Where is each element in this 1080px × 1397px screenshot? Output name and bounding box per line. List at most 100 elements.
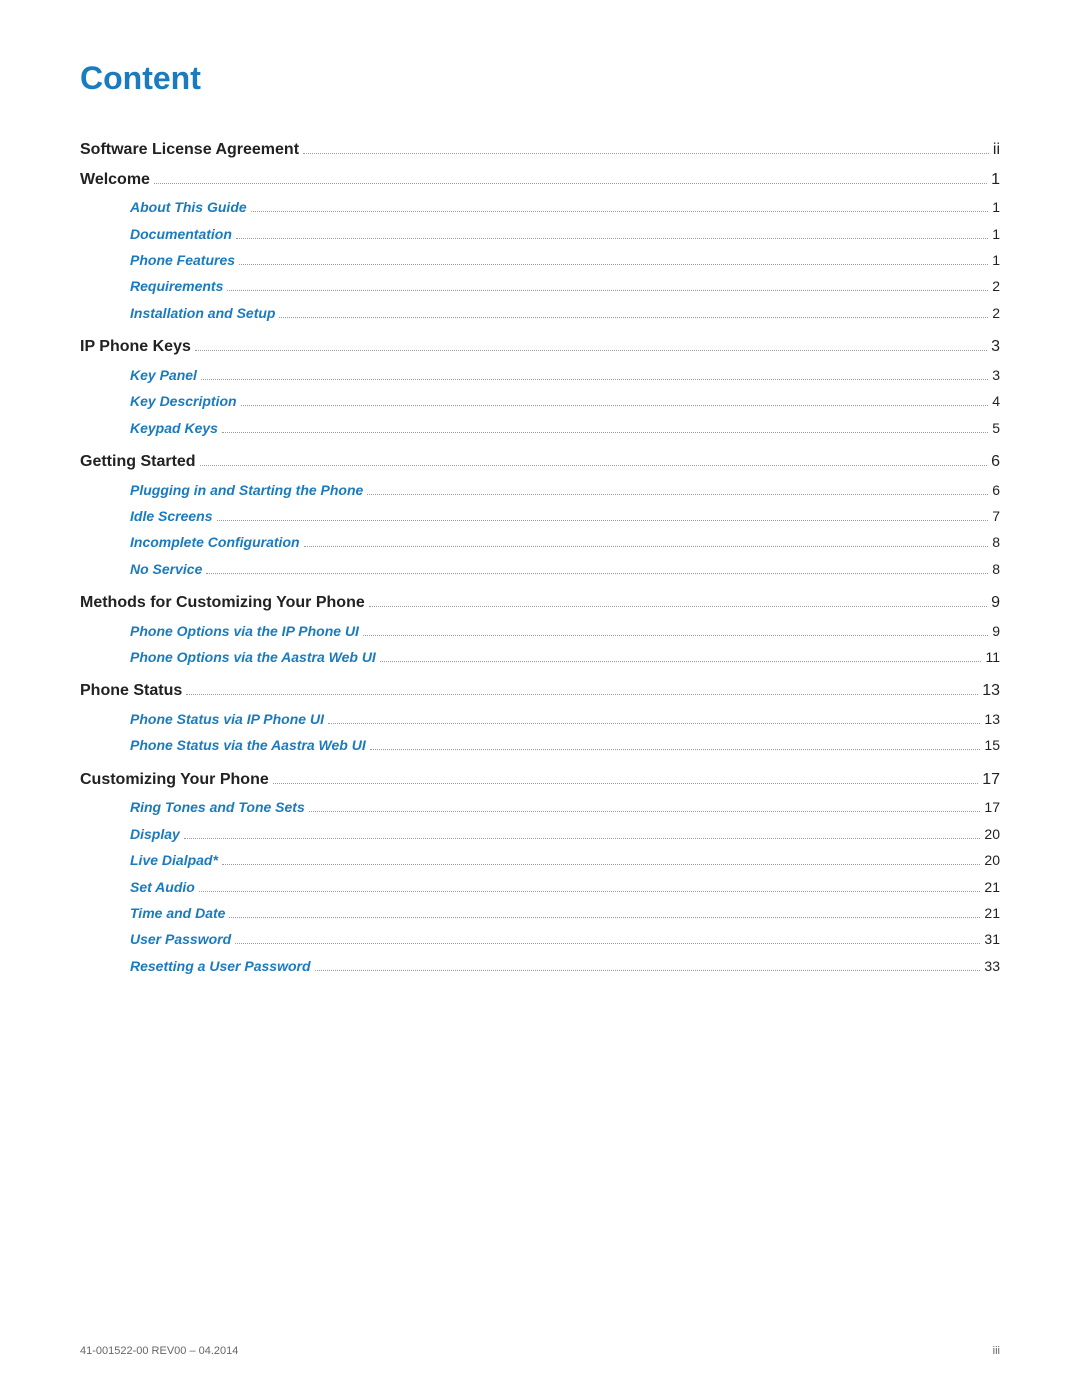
toc-page-ip-phone-keys: 3 [991,334,1000,360]
toc-entry-phone-status: Phone Status 13 [80,678,1000,704]
toc-dots-key-description [241,405,989,406]
toc-entry-user-password[interactable]: User Password31 [80,928,1000,950]
toc-label-time-and-date: Time and Date [130,902,225,924]
toc-page-ring-tones: 17 [984,796,1000,818]
toc-label-idle-screens: Idle Screens [130,505,213,527]
toc-label-getting-started: Getting Started [80,449,196,475]
toc-entry-documentation[interactable]: Documentation 1 [80,223,1000,245]
toc-entry-display[interactable]: Display20 [80,823,1000,845]
toc-page-phone-status: 13 [982,678,1000,704]
footer: 41-001522-00 REV00 – 04.2014 iii [80,1345,1000,1357]
toc-entry-keypad-keys[interactable]: Keypad Keys5 [80,417,1000,439]
toc-dots-phone-status-aastra [370,749,981,750]
toc-label-key-panel: Key Panel [130,364,197,386]
toc-dots-incomplete-configuration [304,546,989,547]
toc-dots-about-this-guide [251,211,989,212]
toc-page-live-dialpad: 20 [984,849,1000,871]
toc-page-set-audio: 21 [984,876,1000,898]
toc-dots-set-audio [199,891,981,892]
toc-entry-incomplete-configuration[interactable]: Incomplete Configuration8 [80,531,1000,553]
toc-entry-customizing-your-phone: Customizing Your Phone 17 [80,767,1000,793]
footer-right: iii [993,1345,1000,1357]
toc-page-key-description: 4 [992,390,1000,412]
toc-dots-phone-options-ip [363,635,988,636]
toc-page-phone-features: 1 [992,249,1000,271]
toc-dots-time-and-date [229,917,980,918]
toc-entry-time-and-date[interactable]: Time and Date21 [80,902,1000,924]
toc-dots-keypad-keys [222,432,988,433]
toc-page-methods-customizing: 9 [991,590,1000,616]
toc-entry-phone-status-aastra[interactable]: Phone Status via the Aastra Web UI 15 [80,734,1000,756]
toc-label-phone-status-aastra: Phone Status via the Aastra Web UI [130,734,366,756]
toc-label-customizing-your-phone: Customizing Your Phone [80,767,269,793]
toc-page-user-password: 31 [984,928,1000,950]
toc-entry-getting-started: Getting Started 6 [80,449,1000,475]
toc-dots-idle-screens [217,520,989,521]
footer-left: 41-001522-00 REV00 – 04.2014 [80,1345,238,1357]
toc-dots-ip-phone-keys [195,350,987,351]
toc-label-ip-phone-keys: IP Phone Keys [80,334,191,360]
toc-page-plugging-in-and-starting: 6 [992,479,1000,501]
toc-entry-key-description[interactable]: Key Description 4 [80,390,1000,412]
toc-dots-resetting-user-password [315,970,981,971]
toc-page-documentation: 1 [992,223,1000,245]
toc-page-phone-status-ip: 13 [984,708,1000,730]
toc-dots-user-password [235,943,980,944]
toc-entry-installation-and-setup[interactable]: Installation and Setup2 [80,302,1000,324]
toc-entry-resetting-user-password[interactable]: Resetting a User Password 33 [80,955,1000,977]
toc-label-phone-status: Phone Status [80,678,182,704]
toc-entry-about-this-guide[interactable]: About This Guide 1 [80,196,1000,218]
toc-dots-software-license [303,153,989,154]
toc-entry-ring-tones[interactable]: Ring Tones and Tone Sets17 [80,796,1000,818]
toc-page-getting-started: 6 [991,449,1000,475]
toc-entry-key-panel[interactable]: Key Panel 3 [80,364,1000,386]
toc-page-customizing-your-phone: 17 [982,767,1000,793]
toc-entry-set-audio[interactable]: Set Audio21 [80,876,1000,898]
toc-entry-plugging-in-and-starting[interactable]: Plugging in and Starting the Phone6 [80,479,1000,501]
toc-page-key-panel: 3 [992,364,1000,386]
toc-dots-documentation [236,238,988,239]
toc-label-phone-features: Phone Features [130,249,235,271]
toc-entry-idle-screens[interactable]: Idle Screens 7 [80,505,1000,527]
toc-entry-live-dialpad[interactable]: Live Dialpad*20 [80,849,1000,871]
toc-dots-no-service [206,573,988,574]
toc-label-no-service: No Service [130,558,202,580]
toc-page-resetting-user-password: 33 [984,955,1000,977]
toc-entry-phone-features[interactable]: Phone Features 1 [80,249,1000,271]
toc-entry-phone-options-ip[interactable]: Phone Options via the IP Phone UI 9 [80,620,1000,642]
toc-page-idle-screens: 7 [992,505,1000,527]
toc-label-about-this-guide: About This Guide [130,196,247,218]
toc-dots-ring-tones [309,811,981,812]
toc-entry-phone-status-ip[interactable]: Phone Status via IP Phone UI 13 [80,708,1000,730]
toc-entry-requirements[interactable]: Requirements 2 [80,275,1000,297]
toc-entry-software-license: Software License Agreementii [80,137,1000,163]
toc-dots-live-dialpad [222,864,981,865]
toc-entry-phone-options-aastra[interactable]: Phone Options via the Aastra Web UI 11 [80,646,1000,668]
toc-page-phone-options-ip: 9 [992,620,1000,642]
toc-dots-customizing-your-phone [273,783,978,784]
toc-page-incomplete-configuration: 8 [992,531,1000,553]
toc-entry-no-service[interactable]: No Service 8 [80,558,1000,580]
toc-label-phone-status-ip: Phone Status via IP Phone UI [130,708,324,730]
toc-label-phone-options-ip: Phone Options via the IP Phone UI [130,620,359,642]
toc-page-about-this-guide: 1 [992,196,1000,218]
toc-dots-phone-options-aastra [380,661,982,662]
toc-dots-plugging-in-and-starting [367,494,988,495]
toc-label-requirements: Requirements [130,275,223,297]
toc-page-phone-options-aastra: 11 [985,646,1000,668]
toc-page-no-service: 8 [992,558,1000,580]
toc-page-requirements: 2 [992,275,1000,297]
toc-page-keypad-keys: 5 [992,417,1000,439]
toc-dots-phone-features [239,264,988,265]
toc-entry-ip-phone-keys: IP Phone Keys 3 [80,334,1000,360]
toc-label-phone-options-aastra: Phone Options via the Aastra Web UI [130,646,376,668]
toc-entry-welcome: Welcome1 [80,167,1000,193]
toc-label-methods-customizing: Methods for Customizing Your Phone [80,590,365,616]
toc-label-welcome: Welcome [80,167,150,193]
toc-label-installation-and-setup: Installation and Setup [130,302,275,324]
toc-page-phone-status-aastra: 15 [984,734,1000,756]
toc-dots-methods-customizing [369,606,987,607]
toc-label-documentation: Documentation [130,223,232,245]
toc-label-key-description: Key Description [130,390,237,412]
toc-label-resetting-user-password: Resetting a User Password [130,955,311,977]
